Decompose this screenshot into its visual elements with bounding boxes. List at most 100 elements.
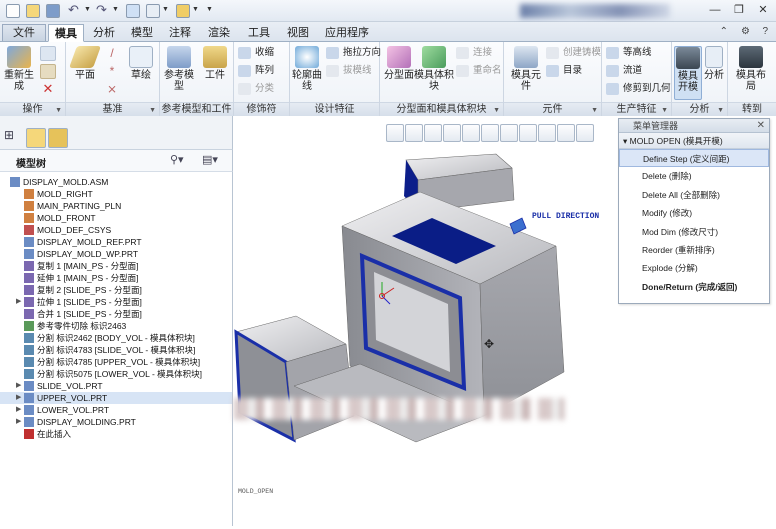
tab-model[interactable]: 模型 (124, 24, 160, 42)
folder-browser-tab-icon[interactable] (26, 128, 46, 148)
regenerate-icon[interactable] (126, 4, 140, 18)
expand-arrow-icon[interactable]: ▶ (16, 380, 21, 392)
sketch-button[interactable]: 草绘 (124, 46, 158, 81)
silhouette-curve-button[interactable]: 轮廓曲线 (290, 46, 324, 92)
tree-item[interactable]: 分割 标识5075 [LOWER_VOL - 模具体积块] (0, 368, 232, 380)
tree-item[interactable]: DISPLAY_MOLD_WP.PRT (0, 248, 232, 260)
parting-surface-button[interactable]: 分型面 (382, 46, 416, 81)
csys-display-icon[interactable] (576, 124, 594, 142)
tab-mold[interactable]: 模具 (48, 24, 84, 42)
axis-icon[interactable]: / (104, 46, 120, 61)
spin-center-icon[interactable] (538, 124, 556, 142)
menu-item[interactable]: Modify (修改) (619, 204, 769, 222)
saved-views-icon[interactable] (481, 124, 499, 142)
tree-item[interactable]: ▶ SLIDE_VOL.PRT (0, 380, 232, 392)
menu-submenu-header[interactable]: ▾ MOLD OPEN (模具开模) (619, 133, 769, 149)
tab-file[interactable]: 文件 (2, 24, 46, 41)
tree-item[interactable]: 复制 1 [MAIN_PS - 分型面] (0, 260, 232, 272)
copy-icon[interactable] (40, 46, 56, 61)
reference-model-button[interactable]: 参考模型 (162, 46, 196, 92)
redo-icon[interactable]: ↷ (96, 3, 110, 18)
mold-open-button[interactable]: 模具开模 (674, 46, 702, 100)
help-icon[interactable]: ? (762, 26, 768, 37)
new-icon[interactable] (6, 4, 20, 18)
tree-filter-icon[interactable]: ▤▾ (202, 153, 218, 166)
tree-item[interactable]: ▶ LOWER_VOL.PRT (0, 404, 232, 416)
tab-render[interactable]: 渲染 (200, 24, 238, 42)
zoom-in-icon[interactable] (405, 124, 423, 142)
mold-layout-button[interactable]: 模具布局 (734, 46, 768, 92)
save-icon[interactable] (46, 4, 60, 18)
classify-button[interactable]: 分类 (238, 82, 274, 96)
minimize-button[interactable]: — (708, 3, 722, 17)
tree-item[interactable]: 参考零件切除 标识2463 (0, 320, 232, 332)
tab-analysis[interactable]: 分析 (86, 24, 122, 42)
menu-close-icon[interactable]: ✕ (757, 119, 765, 133)
annotation-display-icon[interactable] (557, 124, 575, 142)
model-tree-tab-icon[interactable]: ⊞ (4, 128, 24, 148)
favorites-tab-icon[interactable] (48, 128, 68, 148)
point-icon[interactable]: * (104, 64, 120, 79)
expand-arrow-icon[interactable]: ▶ (16, 392, 21, 404)
pattern-button[interactable]: 阵列 (238, 64, 274, 78)
view-manager-icon[interactable] (500, 124, 518, 142)
draft-direction-button[interactable]: 拖拉方向 (326, 46, 381, 60)
catalog-button[interactable]: 目录 (546, 64, 582, 78)
tree-item[interactable]: 合并 1 [SLIDE_PS - 分型面] (0, 308, 232, 320)
display-style-icon[interactable] (462, 124, 480, 142)
datum-display-icon[interactable] (519, 124, 537, 142)
mold-volume-button[interactable]: 模具体积块 (414, 46, 454, 92)
menu-item[interactable]: Done/Return (完成/返回) (619, 278, 769, 296)
tab-applications[interactable]: 应用程序 (318, 24, 376, 42)
tree-item[interactable]: MAIN_PARTING_PLN (0, 200, 232, 212)
tree-item[interactable]: ▶ DISPLAY_MOLDING.PRT (0, 416, 232, 428)
menu-item[interactable]: Define Step (定义间距) (619, 149, 769, 168)
menu-item[interactable]: Reorder (重新排序) (619, 241, 769, 259)
close-button[interactable]: ✕ (756, 3, 770, 17)
analysis-button[interactable]: 分析 (702, 46, 726, 81)
restore-button[interactable]: ❐ (732, 3, 746, 17)
zoom-out-icon[interactable] (424, 124, 442, 142)
connect-button[interactable]: 连接 (456, 46, 492, 60)
csys-icon[interactable]: ⨯ (104, 82, 120, 97)
tree-item[interactable]: ▶ 拉伸 1 [SLIDE_PS - 分型面] (0, 296, 232, 308)
folder-dropdown-icon[interactable]: ▼ (192, 6, 199, 13)
group-dropdown-icon[interactable]: ▼ (591, 107, 598, 114)
menu-item[interactable]: Mod Dim (修改尺寸) (619, 223, 769, 241)
shrink-button[interactable]: 收缩 (238, 46, 274, 60)
regenerate-button[interactable]: 重新生成 (2, 46, 36, 92)
group-dropdown-icon[interactable]: ▼ (493, 107, 500, 114)
paste-icon[interactable] (40, 64, 56, 79)
tree-item[interactable]: 复制 2 [SLIDE_PS - 分型面] (0, 284, 232, 296)
mold-component-button[interactable]: 模具元件 (508, 46, 544, 92)
undo-dropdown-icon[interactable]: ▼ (84, 6, 91, 13)
tree-item[interactable]: DISPLAY_MOLD.ASM (0, 176, 232, 188)
windows-icon[interactable] (146, 4, 160, 18)
tab-annotate[interactable]: 注释 (162, 24, 198, 42)
group-dropdown-icon[interactable]: ▼ (717, 107, 724, 114)
customize-dropdown-icon[interactable]: ▼ (206, 6, 213, 13)
menu-item[interactable]: Delete All (全部删除) (619, 186, 769, 204)
tree-item[interactable]: MOLD_RIGHT (0, 188, 232, 200)
tree-item[interactable]: 在此插入 (0, 428, 232, 440)
workpiece-button[interactable]: 工件 (198, 46, 232, 81)
refit-icon[interactable] (386, 124, 404, 142)
tree-item[interactable]: MOLD_FRONT (0, 212, 232, 224)
expand-arrow-icon[interactable]: ▶ (16, 296, 21, 308)
windows-dropdown-icon[interactable]: ▼ (162, 6, 169, 13)
tree-item[interactable]: 分割 标识2462 [BODY_VOL - 模具体积块] (0, 332, 232, 344)
group-dropdown-icon[interactable]: ▼ (55, 107, 62, 114)
group-dropdown-icon[interactable]: ▼ (661, 107, 668, 114)
repaint-icon[interactable] (443, 124, 461, 142)
tree-item[interactable]: 分割 标识4783 [SLIDE_VOL - 模具体积块] (0, 344, 232, 356)
draft-line-button[interactable]: 拔模线 (326, 64, 372, 78)
menu-item[interactable]: Delete (删除) (619, 167, 769, 185)
tree-item[interactable]: MOLD_DEF_CSYS (0, 224, 232, 236)
expand-arrow-icon[interactable]: ▶ (16, 404, 21, 416)
undo-icon[interactable]: ↶ (68, 3, 82, 18)
tab-view[interactable]: 视图 (280, 24, 316, 42)
tree-item[interactable]: 分割 标识4785 [UPPER_VOL - 模具体积块] (0, 356, 232, 368)
tree-item[interactable]: 延伸 1 [MAIN_PS - 分型面] (0, 272, 232, 284)
ribbon-minimize-icon[interactable]: ⌃ (720, 26, 728, 37)
folder-icon[interactable] (176, 4, 190, 18)
